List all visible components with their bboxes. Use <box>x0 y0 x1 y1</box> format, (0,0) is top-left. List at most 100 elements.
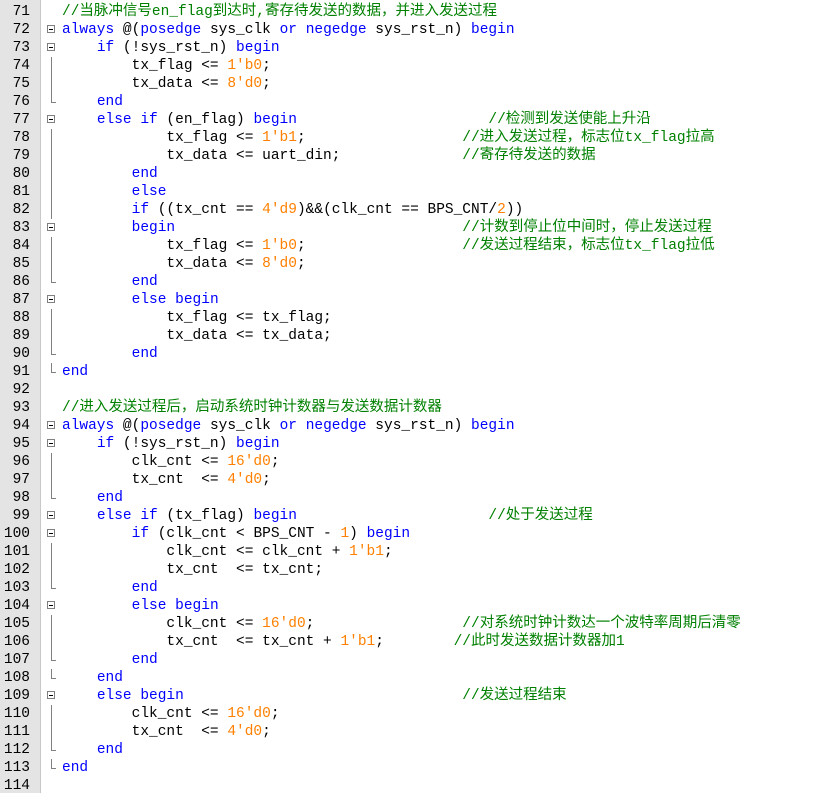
number-token: 16'd0 <box>262 616 306 632</box>
code-line[interactable]: 108 end <box>0 669 814 687</box>
code-line[interactable]: 98 end <box>0 489 814 507</box>
fold-toggle-icon[interactable] <box>47 21 56 39</box>
minus-box-icon <box>47 691 55 699</box>
code-line[interactable]: 100 if (clk_cnt < BPS_CNT - 1) begin <box>0 525 814 543</box>
code-line[interactable]: 103 end <box>0 579 814 597</box>
code-line[interactable]: 81 else <box>0 183 814 201</box>
code-text: end <box>62 345 158 363</box>
fold-toggle-icon[interactable] <box>47 435 56 453</box>
line-number: 98 <box>12 490 30 506</box>
fold-guide-line <box>47 147 56 165</box>
code-line[interactable]: 75 tx_data <= 8'd0; <box>0 75 814 93</box>
code-line[interactable]: 112 end <box>0 741 814 759</box>
minus-box-icon <box>47 421 55 429</box>
code-line[interactable]: 109 else begin //发送过程结束 <box>0 687 814 705</box>
code-line[interactable]: 94 always @(posedge sys_clk or negedge sy… <box>0 417 814 435</box>
keyword-token: end <box>131 652 158 668</box>
minus-box-icon <box>47 115 55 123</box>
fold-guide-line <box>47 255 56 273</box>
fold-toggle-icon[interactable] <box>47 597 56 615</box>
fold-guide-segment <box>51 327 52 345</box>
code-line[interactable]: 89 tx_data <= tx_data; <box>0 327 814 345</box>
keyword-token: begin <box>131 220 176 236</box>
code-line[interactable]: 101 clk_cnt <= clk_cnt + 1'b1; <box>0 543 814 561</box>
line-number: 74 <box>12 58 30 74</box>
text-token: ; <box>305 616 463 632</box>
text-token: ; <box>270 706 280 722</box>
code-text: tx_cnt <= 4'd0; <box>62 723 271 741</box>
fold-guide-segment <box>51 57 52 75</box>
number-token: 1'b1 <box>349 544 384 560</box>
code-line[interactable]: 90 end <box>0 345 814 363</box>
fold-toggle-icon[interactable] <box>47 111 56 129</box>
code-line[interactable]: 111 tx_cnt <= 4'd0; <box>0 723 814 741</box>
code-line[interactable]: 97 tx_cnt <= 4'd0; <box>0 471 814 489</box>
code-line[interactable]: 83 begin //计数到停止位中间时，停止发送过程 <box>0 219 814 237</box>
fold-toggle-icon[interactable] <box>47 687 56 705</box>
code-text: end <box>62 651 158 669</box>
fold-guide-line <box>47 165 56 183</box>
code-line[interactable]: 105 clk_cnt <= 16'd0; //对系统时钟计数达一个波特率周期后… <box>0 615 814 633</box>
code-text: end <box>62 669 123 687</box>
fold-toggle-icon[interactable] <box>47 525 56 543</box>
code-line[interactable]: 82 if ((tx_cnt == 4'd9)&&(clk_cnt == BPS… <box>0 201 814 219</box>
code-line[interactable]: 93 //进入发送过程后，启动系统时钟计数器与发送数据计数器 <box>0 399 814 417</box>
code-line[interactable]: 76 end <box>0 93 814 111</box>
fold-toggle-icon[interactable] <box>47 291 56 309</box>
code-line[interactable]: 102 tx_cnt <= tx_cnt; <box>0 561 814 579</box>
code-line[interactable]: 113 end <box>0 759 814 777</box>
fold-toggle-icon[interactable] <box>47 417 56 435</box>
code-line[interactable]: 107 end <box>0 651 814 669</box>
keyword-token: begin <box>366 526 411 542</box>
fold-guide-line <box>47 471 56 489</box>
text-token: ; <box>270 454 280 470</box>
code-line[interactable]: 80 end <box>0 165 814 183</box>
keyword-token: else if <box>96 508 158 524</box>
line-number: 73 <box>12 40 30 56</box>
code-line[interactable]: 106 tx_cnt <= tx_cnt + 1'b1; //此时发送数据计数器… <box>0 633 814 651</box>
code-line[interactable]: 77 else if (en_flag) begin //检测到发送使能上升沿 <box>0 111 814 129</box>
code-line[interactable]: 92 <box>0 381 814 399</box>
code-line[interactable]: 114 <box>0 777 814 795</box>
fold-toggle-icon[interactable] <box>47 39 56 57</box>
code-text: tx_flag <= 1'b1; //进入发送过程，标志位tx_flag拉高 <box>62 129 714 147</box>
code-line[interactable]: 91 end <box>0 363 814 381</box>
code-line[interactable]: 96 clk_cnt <= 16'd0; <box>0 453 814 471</box>
text-token: tx_data <= <box>62 76 228 92</box>
code-line[interactable]: 71 //当脉冲信号en_flag到达时,寄存待发送的数据，并进入发送过程 <box>0 3 814 21</box>
code-line[interactable]: 72 always @(posedge sys_clk or negedge sy… <box>0 21 814 39</box>
code-line[interactable]: 74 tx_flag <= 1'b0; <box>0 57 814 75</box>
fold-toggle-icon[interactable] <box>47 507 56 525</box>
fold-end-segment <box>51 759 56 769</box>
keyword-token: posedge <box>140 418 202 434</box>
code-line[interactable]: 95 if (!sys_rst_n) begin <box>0 435 814 453</box>
code-text: else if (en_flag) begin //检测到发送使能上升沿 <box>62 111 651 129</box>
fold-toggle-icon[interactable] <box>47 219 56 237</box>
code-line[interactable]: 104 else begin <box>0 597 814 615</box>
code-line[interactable]: 79 tx_data <= uart_din; //寄存待发送的数据 <box>0 147 814 165</box>
fold-end-marker <box>47 579 56 597</box>
fold-end-segment <box>51 489 56 499</box>
text-token: ; <box>375 634 454 650</box>
line-number: 94 <box>12 418 30 434</box>
line-number: 112 <box>3 742 30 758</box>
code-line[interactable]: 78 tx_flag <= 1'b1; //进入发送过程，标志位tx_flag拉… <box>0 129 814 147</box>
code-line[interactable]: 85 tx_data <= 8'd0; <box>0 255 814 273</box>
code-line[interactable]: 99 else if (tx_flag) begin //处于发送过程 <box>0 507 814 525</box>
code-line[interactable]: 110 clk_cnt <= 16'd0; <box>0 705 814 723</box>
code-editor[interactable]: 71 //当脉冲信号en_flag到达时,寄存待发送的数据，并进入发送过程 72 al… <box>0 0 814 795</box>
code-line[interactable]: 88 tx_flag <= tx_flag; <box>0 309 814 327</box>
code-line[interactable]: 86 end <box>0 273 814 291</box>
code-line[interactable]: 84 tx_flag <= 1'b0; //发送过程结束，标志位tx_flag拉… <box>0 237 814 255</box>
fold-end-segment <box>51 651 56 661</box>
keyword-token: begin <box>471 22 515 38</box>
code-line[interactable]: 87 else begin <box>0 291 814 309</box>
code-line[interactable]: 73 if (!sys_rst_n) begin <box>0 39 814 57</box>
code-text: end <box>62 363 88 381</box>
